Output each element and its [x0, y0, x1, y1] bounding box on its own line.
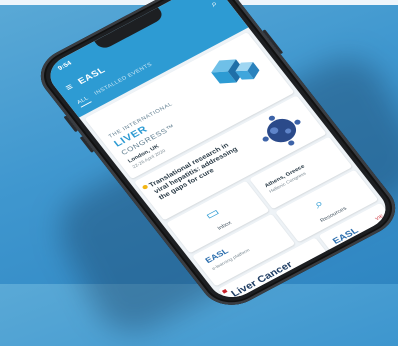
liver-illustration [310, 267, 334, 286]
inbox-icon: ▭ [201, 204, 223, 222]
app-title: EASL [76, 65, 108, 87]
hamburger-menu-icon[interactable]: ≡ [63, 82, 75, 93]
easl-logo: EASL [331, 226, 361, 247]
search-icon[interactable]: ⌕ [209, 0, 220, 9]
resources-icon: ⌕ [310, 196, 327, 211]
cubes-illustration [211, 59, 260, 84]
side-button [79, 136, 95, 153]
summit-marker [221, 289, 228, 294]
side-button [63, 115, 78, 133]
status-time: 9:54 [56, 60, 74, 72]
tab-all[interactable]: ALL [76, 95, 92, 108]
news-indicator-dot [141, 184, 149, 190]
easl-tag: VIE [374, 213, 385, 222]
